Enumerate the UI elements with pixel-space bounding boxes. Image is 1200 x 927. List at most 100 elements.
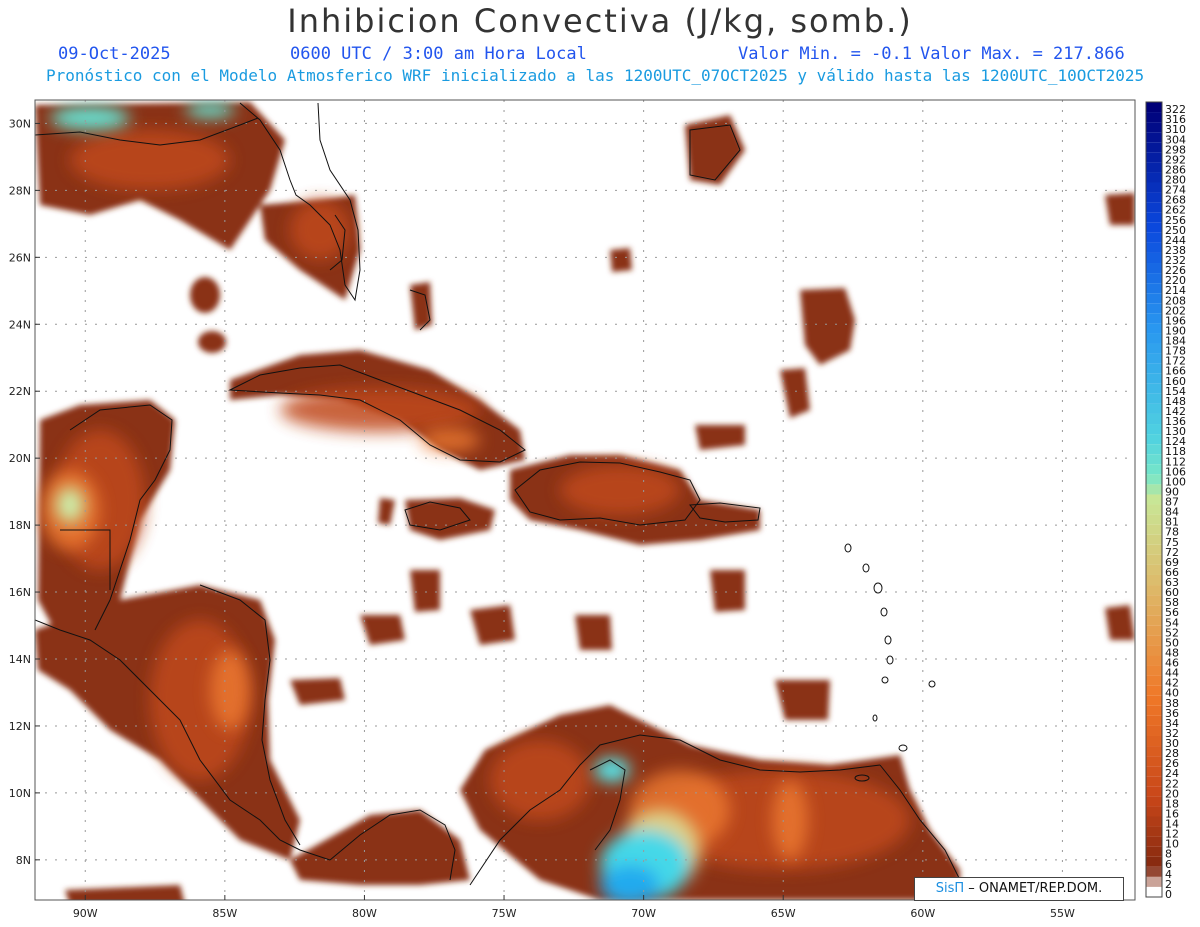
colorbar-swatch bbox=[1146, 202, 1162, 213]
colorbar-swatch bbox=[1146, 222, 1162, 233]
colorbar-swatch bbox=[1146, 595, 1162, 606]
colorbar-swatch bbox=[1146, 242, 1162, 253]
colorbar-swatch bbox=[1146, 434, 1162, 445]
colorbar-swatch bbox=[1146, 212, 1162, 223]
lon-label: 90W bbox=[73, 907, 98, 920]
colorbar-swatch bbox=[1146, 464, 1162, 475]
colorbar-swatch bbox=[1146, 564, 1162, 575]
colorbar-swatch bbox=[1146, 474, 1162, 485]
credit-text: – ONAMET/REP.DOM. bbox=[964, 881, 1103, 896]
lat-label: 20N bbox=[9, 452, 31, 465]
colorbar-swatch bbox=[1146, 766, 1162, 777]
lon-label: 70W bbox=[631, 907, 656, 920]
colorbar-swatch bbox=[1146, 655, 1162, 666]
colorbar-swatch bbox=[1146, 685, 1162, 696]
colorbar-swatch bbox=[1146, 353, 1162, 364]
cin-field bbox=[35, 102, 1135, 900]
colorbar-swatch bbox=[1146, 725, 1162, 736]
colorbar-swatch bbox=[1146, 142, 1162, 153]
colorbar-swatch bbox=[1146, 786, 1162, 797]
colorbar-swatch bbox=[1146, 162, 1162, 173]
lon-label: 75W bbox=[492, 907, 517, 920]
colorbar-swatch bbox=[1146, 846, 1162, 857]
colorbar-swatch bbox=[1146, 172, 1162, 183]
colorbar-swatch bbox=[1146, 273, 1162, 284]
colorbar-swatch bbox=[1146, 625, 1162, 636]
colorbar-swatch bbox=[1146, 323, 1162, 334]
colorbar-swatch bbox=[1146, 393, 1162, 404]
colorbar-swatch bbox=[1146, 303, 1162, 314]
lon-label: 80W bbox=[352, 907, 377, 920]
colorbar-swatch bbox=[1146, 373, 1162, 384]
colorbar-swatch bbox=[1146, 715, 1162, 726]
colorbar-swatch bbox=[1146, 534, 1162, 545]
colorbar-swatch bbox=[1146, 252, 1162, 264]
colorbar-swatch bbox=[1146, 796, 1162, 807]
colorbar-swatch bbox=[1146, 122, 1162, 133]
lat-label: 22N bbox=[9, 385, 31, 398]
lon-label: 85W bbox=[212, 907, 237, 920]
colorbar-swatch bbox=[1146, 816, 1162, 827]
colorbar-swatch bbox=[1146, 776, 1162, 787]
colorbar-swatch bbox=[1146, 102, 1162, 113]
colorbar-swatch bbox=[1146, 383, 1162, 394]
lat-label: 28N bbox=[9, 184, 31, 197]
lat-label: 12N bbox=[9, 720, 31, 733]
colorbar-swatch bbox=[1146, 132, 1162, 143]
colorbar-swatch bbox=[1146, 403, 1162, 414]
colorbar-swatch bbox=[1146, 454, 1162, 465]
colorbar-swatch bbox=[1146, 746, 1162, 757]
colorbar-swatch bbox=[1146, 876, 1162, 887]
colorbar-swatch bbox=[1146, 836, 1162, 847]
colorbar-swatch bbox=[1146, 574, 1162, 586]
colorbar-swatch bbox=[1146, 504, 1162, 515]
colorbar-swatch bbox=[1146, 152, 1162, 163]
lat-label: 16N bbox=[9, 586, 31, 599]
colorbar-swatch bbox=[1146, 856, 1162, 867]
colorbar-swatch bbox=[1146, 333, 1162, 344]
colorbar-swatch bbox=[1146, 756, 1162, 767]
colorbar-swatch bbox=[1146, 182, 1162, 193]
colorbar-swatch bbox=[1146, 886, 1162, 897]
colorbar-label: 0 bbox=[1165, 888, 1172, 901]
colorbar-swatch bbox=[1146, 424, 1162, 435]
lat-label: 26N bbox=[9, 251, 31, 264]
lon-label: 65W bbox=[771, 907, 796, 920]
colorbar-swatch bbox=[1146, 484, 1162, 495]
colorbar-swatch bbox=[1146, 494, 1162, 505]
colorbar-swatch bbox=[1146, 363, 1162, 374]
colorbar-swatch bbox=[1146, 263, 1162, 274]
colorbar-swatch bbox=[1146, 605, 1162, 616]
colorbar-swatch bbox=[1146, 615, 1162, 626]
credit-brand: SisΠ bbox=[935, 881, 965, 896]
colorbar-swatch bbox=[1146, 554, 1162, 565]
colorbar-swatch bbox=[1146, 585, 1162, 596]
colorbar-swatch bbox=[1146, 514, 1162, 525]
lesser-antilles bbox=[844, 543, 936, 782]
colorbar-swatch bbox=[1146, 413, 1162, 425]
lon-label: 60W bbox=[910, 907, 935, 920]
colorbar-swatch bbox=[1146, 735, 1162, 747]
map-canvas: 30N 28N 26N 24N 22N 20N 18N 16N 14N 12N 10N 8N 90W 8… bbox=[9, 99, 1186, 920]
lat-label: 10N bbox=[9, 787, 31, 800]
colorbar-swatch bbox=[1146, 343, 1162, 354]
colorbar-swatch bbox=[1146, 826, 1162, 837]
lat-label: 8N bbox=[16, 854, 31, 867]
colorbar-swatch bbox=[1146, 695, 1162, 706]
lat-label: 24N bbox=[9, 318, 31, 331]
colorbar-swatch bbox=[1146, 544, 1162, 555]
lat-label: 18N bbox=[9, 519, 31, 532]
colorbar-swatch bbox=[1146, 675, 1162, 686]
lon-label: 55W bbox=[1050, 907, 1075, 920]
colorbar-swatch bbox=[1146, 232, 1162, 243]
colorbar-swatch bbox=[1146, 283, 1162, 294]
colorbar-swatch bbox=[1146, 705, 1162, 716]
colorbar-swatch bbox=[1146, 112, 1162, 123]
colorbar-swatch bbox=[1146, 192, 1162, 203]
colorbar-swatch bbox=[1146, 866, 1162, 877]
lat-label: 14N bbox=[9, 653, 31, 666]
credit-box: SisΠ – ONAMET/REP.DOM. bbox=[914, 877, 1124, 901]
colorbar-swatch bbox=[1146, 313, 1162, 324]
colorbar-swatch bbox=[1146, 665, 1162, 676]
colorbar-swatch bbox=[1146, 293, 1162, 304]
